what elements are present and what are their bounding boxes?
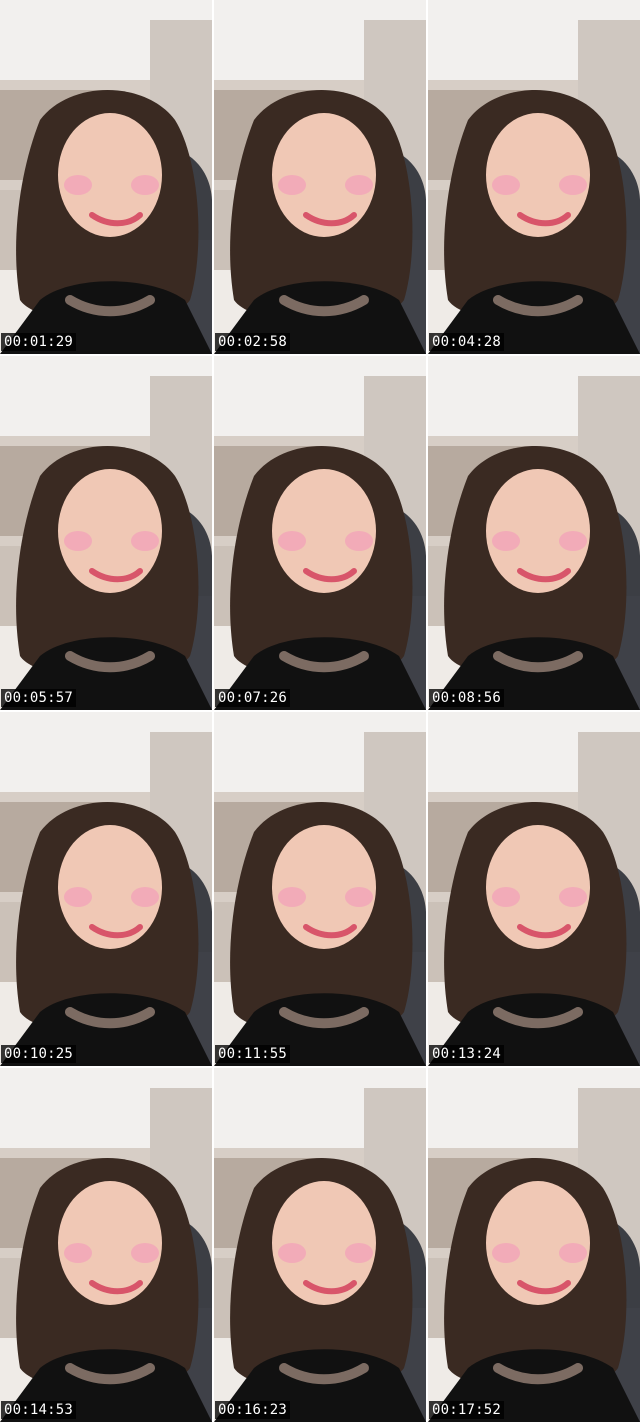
video-thumbnail[interactable]: 00:04:28 [428,0,640,354]
timestamp-badge: 00:02:58 [215,333,291,351]
thumbnail-frame [0,712,212,1066]
thumbnail-frame [214,712,426,1066]
video-thumbnail[interactable]: 00:16:23 [214,1068,426,1422]
video-thumbnail[interactable]: 00:07:26 [214,356,426,710]
timestamp-badge: 00:10:25 [1,1045,77,1063]
timestamp-badge: 00:14:53 [1,1401,77,1419]
thumbnail-frame [428,356,640,710]
video-thumbnail[interactable]: 00:05:57 [0,356,212,710]
video-thumbnail[interactable]: 00:17:52 [428,1068,640,1422]
timestamp-badge: 00:07:26 [215,689,291,707]
thumbnail-frame [428,712,640,1066]
thumbnail-frame [0,0,212,354]
thumbnail-grid: 00:01:29 00:02:58 00:04:28 00:05:57 00:0… [0,0,640,1422]
thumbnail-frame [428,0,640,354]
video-thumbnail[interactable]: 00:10:25 [0,712,212,1066]
timestamp-badge: 00:04:28 [429,333,505,351]
timestamp-badge: 00:17:52 [429,1401,505,1419]
thumbnail-frame [214,356,426,710]
video-thumbnail[interactable]: 00:13:24 [428,712,640,1066]
video-thumbnail[interactable]: 00:01:29 [0,0,212,354]
timestamp-badge: 00:13:24 [429,1045,505,1063]
thumbnail-frame [214,0,426,354]
timestamp-badge: 00:16:23 [215,1401,291,1419]
video-thumbnail[interactable]: 00:11:55 [214,712,426,1066]
thumbnail-frame [0,1068,212,1422]
timestamp-badge: 00:01:29 [1,333,77,351]
video-thumbnail[interactable]: 00:08:56 [428,356,640,710]
video-thumbnail[interactable]: 00:14:53 [0,1068,212,1422]
timestamp-badge: 00:08:56 [429,689,505,707]
thumbnail-frame [214,1068,426,1422]
thumbnail-frame [0,356,212,710]
video-thumbnail[interactable]: 00:02:58 [214,0,426,354]
timestamp-badge: 00:05:57 [1,689,77,707]
timestamp-badge: 00:11:55 [215,1045,291,1063]
thumbnail-frame [428,1068,640,1422]
